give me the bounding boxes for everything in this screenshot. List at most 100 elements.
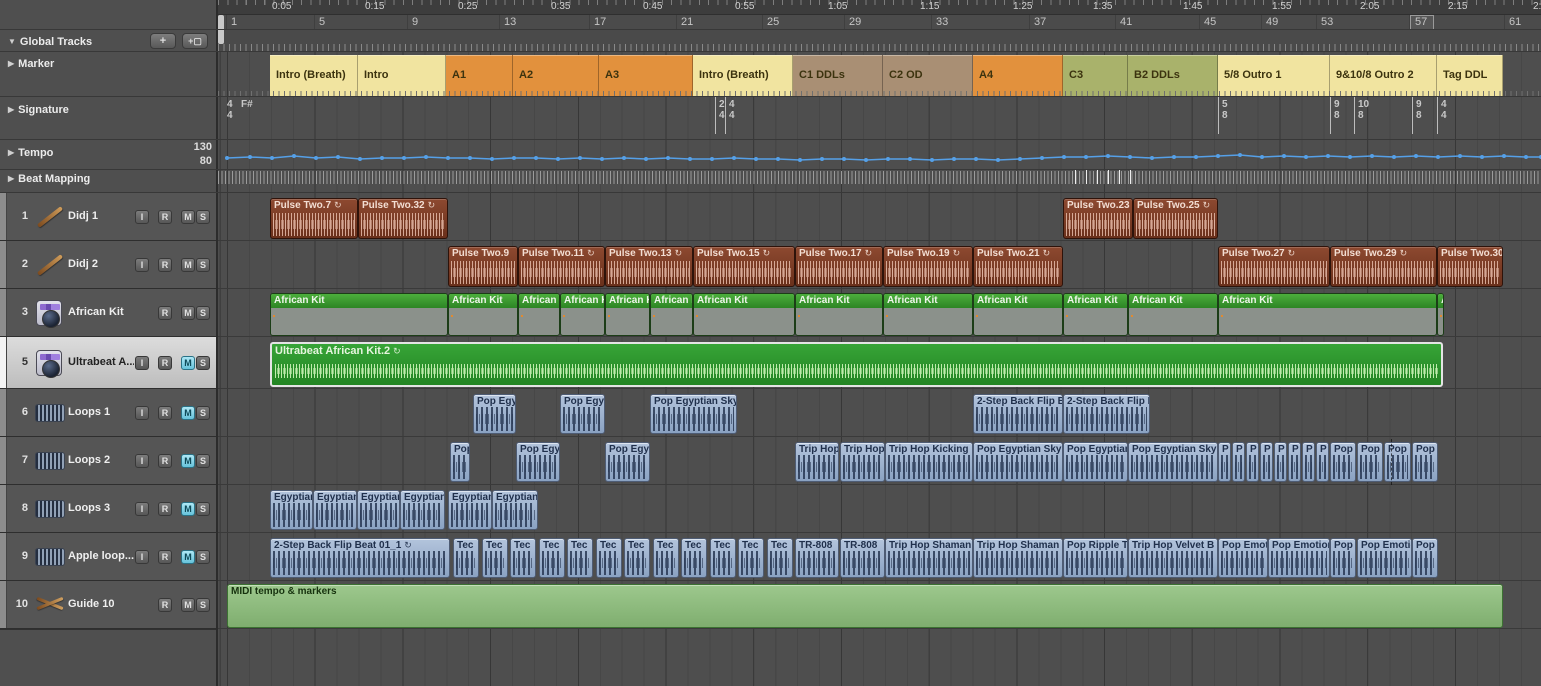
track-lane-1[interactable]: Pulse Two.7↻Pulse Two.32↻Pulse Two.23Pul… <box>218 193 1541 241</box>
midi-region[interactable]: African Kit <box>973 293 1063 336</box>
track2-solo-button[interactable]: S <box>196 258 210 272</box>
beat-mapping-lane[interactable] <box>218 170 1541 193</box>
signature-lane[interactable]: 4 4F#2 44 45 89 810 89 84 4 <box>218 97 1541 140</box>
track3-record-enable-button[interactable]: R <box>158 306 172 320</box>
tempo-curve[interactable] <box>218 140 1541 170</box>
audio-region[interactable]: P <box>1316 442 1329 482</box>
signature-value[interactable]: 2 4 <box>719 99 725 121</box>
track9-mute-button[interactable]: M <box>181 550 195 564</box>
audio-region[interactable]: P <box>1274 442 1287 482</box>
midi-region[interactable]: African Kit <box>1063 293 1128 336</box>
track7-mute-button[interactable]: M <box>181 454 195 468</box>
audio-region[interactable]: Pulse Two.11↻ <box>518 246 605 287</box>
audio-region[interactable]: Pop <box>1412 538 1438 578</box>
audio-region[interactable]: Pulse Two.25↻ <box>1133 198 1218 239</box>
beat-mapping-track-header[interactable]: ▶Beat Mapping <box>8 173 90 185</box>
track7-solo-button[interactable]: S <box>196 454 210 468</box>
midi-region[interactable]: African Kit <box>795 293 883 336</box>
midi-region[interactable]: African Kit <box>518 293 560 336</box>
track7-record-enable-button[interactable]: R <box>158 454 172 468</box>
audio-region[interactable]: Trip Hop Shaman <box>885 538 973 578</box>
audio-region[interactable]: P <box>1302 442 1315 482</box>
audio-region[interactable]: Pulse Two.27↻ <box>1218 246 1330 287</box>
track-lane-6[interactable]: Pop Egyptian SkyPop Egyptian SkyPop Egyp… <box>218 389 1541 437</box>
audio-region[interactable]: Pop <box>1330 442 1356 482</box>
track6-solo-button[interactable]: S <box>196 406 210 420</box>
audio-region[interactable]: Tec <box>482 538 508 578</box>
audio-region[interactable]: Pop <box>1357 442 1383 482</box>
track6-input-monitor-button[interactable]: I <box>135 406 149 420</box>
track-lane-10[interactable]: MIDI tempo & markers <box>218 581 1541 629</box>
track1-mute-button[interactable]: M <box>181 210 195 224</box>
audio-region[interactable]: Pulse Two.17↻ <box>795 246 883 287</box>
midi-region[interactable]: African Kit <box>560 293 605 336</box>
audio-region[interactable]: Pulse Two.13↻ <box>605 246 693 287</box>
track-lane-9[interactable]: 2-Step Back Flip Beat 01_1↻TecTecTecTecT… <box>218 533 1541 581</box>
signature-value[interactable]: 9 8 <box>1416 99 1422 121</box>
audio-region[interactable]: Tec <box>624 538 650 578</box>
audio-region[interactable]: Pulse Two.19↻ <box>883 246 973 287</box>
midi-region[interactable]: African Kit <box>1218 293 1437 336</box>
audio-region[interactable]: Pop Egyptian Sky <box>516 442 560 482</box>
audio-region[interactable]: Pulse Two.9 <box>448 246 518 287</box>
audio-region[interactable]: Egyptian <box>492 490 538 530</box>
audio-region[interactable]: P <box>1288 442 1301 482</box>
track10-record-enable-button[interactable]: R <box>158 598 172 612</box>
audio-region[interactable]: Pulse Two.32↻ <box>358 198 448 239</box>
track8-input-monitor-button[interactable]: I <box>135 502 149 516</box>
audio-region[interactable]: Pulse Two.7↻ <box>270 198 358 239</box>
audio-region[interactable]: Pop Egyptian Sky <box>973 442 1063 482</box>
audio-region[interactable]: Pulse Two.29↻ <box>1330 246 1437 287</box>
audio-region[interactable]: Pulse Two.15↻ <box>693 246 795 287</box>
audio-region[interactable]: Trip Hop Kicking <box>885 442 973 482</box>
track5-solo-button[interactable]: S <box>196 356 210 370</box>
track-header-guide-10[interactable]: 10Guide 10RMS <box>0 581 218 629</box>
track-header-didj-2[interactable]: 2Didj 2IRMS <box>0 241 218 289</box>
add-global-track-button[interactable]: + <box>150 33 176 49</box>
track5-input-monitor-button[interactable]: I <box>135 356 149 370</box>
audio-region[interactable]: Trip Hop <box>795 442 839 482</box>
audio-region[interactable]: Pop <box>1412 442 1438 482</box>
guide-region[interactable]: MIDI tempo & markers <box>227 584 1503 628</box>
track5-record-enable-button[interactable]: R <box>158 356 172 370</box>
disclosure-triangle-icon[interactable]: ▶ <box>8 148 14 157</box>
disclosure-triangle-icon[interactable]: ▶ <box>8 59 14 68</box>
audio-region[interactable]: Pulse Two.21↻ <box>973 246 1063 287</box>
track-header-ultrabeat-a-[interactable]: 5Ultrabeat A...IRMS <box>0 337 218 389</box>
midi-region[interactable]: African Kit <box>448 293 518 336</box>
track9-input-monitor-button[interactable]: I <box>135 550 149 564</box>
signature-track-header[interactable]: ▶Signature <box>8 104 69 116</box>
signature-value[interactable]: 10 8 <box>1358 99 1369 121</box>
audio-region[interactable]: Pop Egyptian Sky <box>1128 442 1218 482</box>
track9-solo-button[interactable]: S <box>196 550 210 564</box>
audio-region[interactable]: Pop Emotion <box>1357 538 1412 578</box>
signature-value[interactable]: 4 4 <box>1441 99 1447 121</box>
track8-mute-button[interactable]: M <box>181 502 195 516</box>
bar-ruler[interactable]: 15913172125293337414549535761 <box>218 15 1541 30</box>
audio-region[interactable]: P <box>1260 442 1273 482</box>
configure-global-tracks-button[interactable]: +▢ <box>182 33 208 49</box>
audio-region[interactable]: Tec <box>767 538 793 578</box>
audio-region[interactable]: Pop Emotion <box>1218 538 1268 578</box>
track1-record-enable-button[interactable]: R <box>158 210 172 224</box>
track8-record-enable-button[interactable]: R <box>158 502 172 516</box>
midi-region[interactable]: African Kit <box>1128 293 1218 336</box>
audio-region[interactable]: Egyptian <box>400 490 445 530</box>
signature-value[interactable]: 4 4 <box>729 99 735 121</box>
audio-region[interactable]: Pop Egyptian Sky <box>650 394 737 434</box>
audio-region[interactable]: TR-808 <box>795 538 839 578</box>
track-lane-7[interactable]: PopPop Egyptian SkyPop Egyptian SkyTrip … <box>218 437 1541 485</box>
track10-solo-button[interactable]: S <box>196 598 210 612</box>
audio-region[interactable]: Tec <box>653 538 679 578</box>
signature-value[interactable]: 4 4 <box>227 99 233 121</box>
track-header-apple-loop-[interactable]: 9Apple loop...IRMS <box>0 533 218 581</box>
audio-region[interactable]: Tec <box>681 538 707 578</box>
audio-region[interactable]: 2-Step Back Flip Beat 01_1↻ <box>270 538 450 578</box>
track-header-didj-1[interactable]: 1Didj 1IRMS <box>0 193 218 241</box>
global-tracks-header[interactable]: ▼Global Tracks <box>8 36 92 48</box>
audio-region[interactable]: P <box>1218 442 1231 482</box>
audio-region[interactable]: Pop Egyptian Sky <box>605 442 650 482</box>
audio-region[interactable]: Tec <box>510 538 536 578</box>
audio-region[interactable]: Tec <box>738 538 764 578</box>
track5-mute-button[interactable]: M <box>181 356 195 370</box>
